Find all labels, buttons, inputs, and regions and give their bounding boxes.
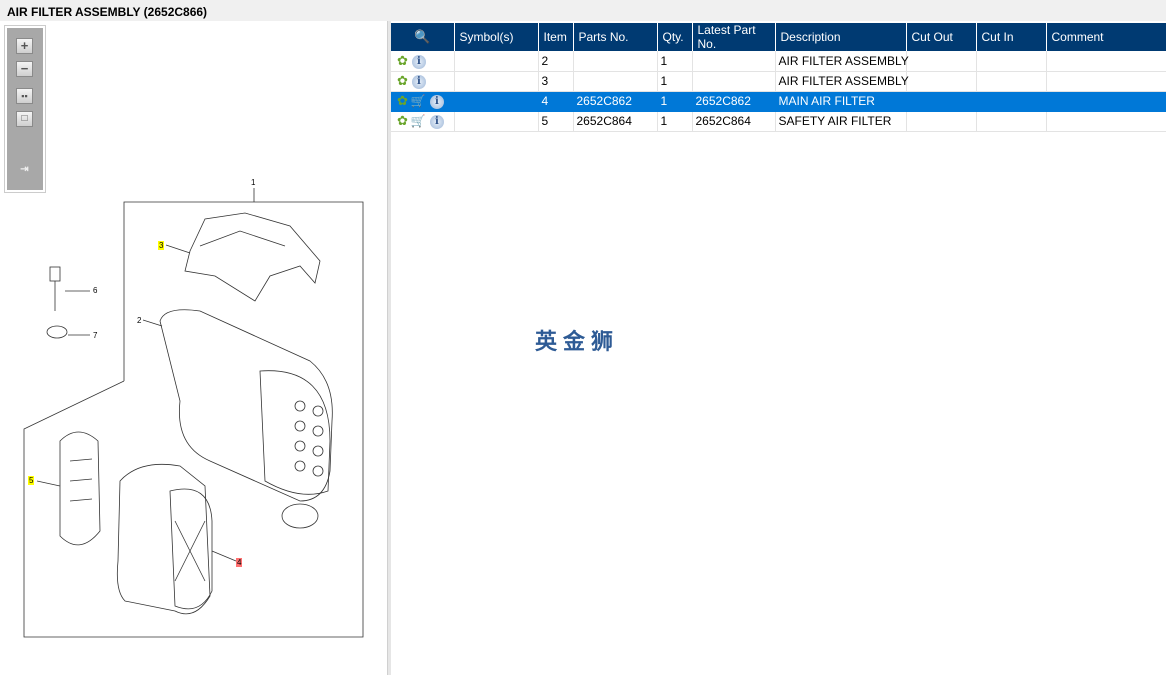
cell-parts-no [573,71,658,92]
table-row[interactable]: ✿ 🛒 i 5 2652C864 1 2652C864 SAFETY AIR FILTER [391,111,1166,132]
cell-comment [1046,51,1166,72]
cart-icon[interactable]: 🛒 [411,94,426,108]
cell-item: 5 [538,111,574,132]
search-icon[interactable]: 🔍 [414,29,430,44]
header-cut-out[interactable]: Cut Out [906,23,977,51]
cart-icon[interactable]: 🛒 [411,114,426,128]
cell-cut-in [976,111,1047,132]
cell-cut-out [906,91,977,112]
cell-item: 2 [538,51,574,72]
table-row[interactable]: ✿ i 3 1 AIR FILTER ASSEMBLY [391,71,1166,92]
cell-parts-no: 2652C862 [573,91,658,112]
info-icon[interactable]: i [429,114,444,129]
cell-symbols [454,91,539,112]
cell-comment [1046,111,1166,132]
cell-cut-in [976,91,1047,112]
cell-comment [1046,91,1166,112]
info-icon[interactable]: i [411,74,426,89]
row-icons: ✿ 🛒 i [391,91,455,112]
search-column-header[interactable]: 🔍 [391,23,455,51]
cell-latest-part-no: 2652C862 [692,91,776,112]
cell-latest-part-no: 2652C864 [692,111,776,132]
callout-1[interactable]: 1 [250,178,256,187]
callout-5[interactable]: 5 [28,476,35,485]
cell-parts-no: 2652C864 [573,111,658,132]
cell-qty: 1 [657,111,693,132]
callout-6[interactable]: 6 [92,286,98,295]
cell-qty: 1 [657,91,693,112]
cell-description: SAFETY AIR FILTER [775,111,907,132]
gear-icon[interactable]: ✿ [397,53,408,68]
info-icon[interactable]: i [411,54,426,69]
cell-latest-part-no [692,51,776,72]
cell-cut-in [976,51,1047,72]
gear-icon[interactable]: ✿ [397,93,408,108]
header-comment[interactable]: Comment [1046,23,1166,51]
cell-symbols [454,71,539,92]
cell-description: AIR FILTER ASSEMBLY [775,51,909,72]
header-parts-no[interactable]: Parts No. [573,23,658,51]
info-icon[interactable]: i [429,94,444,109]
cell-qty: 1 [657,51,693,72]
cell-cut-out [906,71,977,92]
callout-7[interactable]: 7 [92,331,98,340]
parts-table: 🔍 Symbol(s) Item Parts No. Qty. Latest P… [391,23,1166,132]
parts-diagram [23,188,364,638]
cell-comment [1046,71,1166,92]
header-symbols[interactable]: Symbol(s) [454,23,539,51]
cell-description: MAIN AIR FILTER [775,91,907,112]
page-title: AIR FILTER ASSEMBLY (2652C866) [0,0,1166,21]
cell-cut-out [906,111,977,132]
header-qty[interactable]: Qty. [657,23,693,51]
header-description[interactable]: Description [775,23,907,51]
cell-latest-part-no [692,71,776,92]
callout-3[interactable]: 3 [158,241,165,250]
gear-icon[interactable]: ✿ [397,73,408,88]
callout-2[interactable]: 2 [136,316,142,325]
header-cut-in[interactable]: Cut In [976,23,1047,51]
cell-description: AIR FILTER ASSEMBLY [775,71,909,92]
cell-symbols [454,111,539,132]
row-icons: ✿ 🛒 i [391,111,455,132]
row-icons: ✿ i [391,51,455,72]
callout-4[interactable]: 4 [236,558,243,567]
diagram-panel[interactable]: + − ▪▪ □ ⇥ 1 2 3 4 5 6 7 [0,21,387,675]
cell-item: 3 [538,71,574,92]
row-icons: ✿ i [391,71,455,92]
cell-cut-out [906,51,977,72]
table-row[interactable]: ✿ i 2 1 AIR FILTER ASSEMBLY [391,51,1166,72]
watermark: 英金狮 [535,330,620,355]
gear-icon[interactable]: ✿ [397,113,408,128]
cell-item: 4 [538,91,574,112]
cell-parts-no [573,51,658,72]
cell-symbols [454,51,539,72]
header-item[interactable]: Item [538,23,574,51]
cell-cut-in [976,71,1047,92]
cell-qty: 1 [657,71,693,92]
table-row[interactable]: ✿ 🛒 i 4 2652C862 1 2652C862 MAIN AIR FILTER [391,91,1166,112]
header-latest-part-no[interactable]: Latest Part No. [692,23,776,51]
